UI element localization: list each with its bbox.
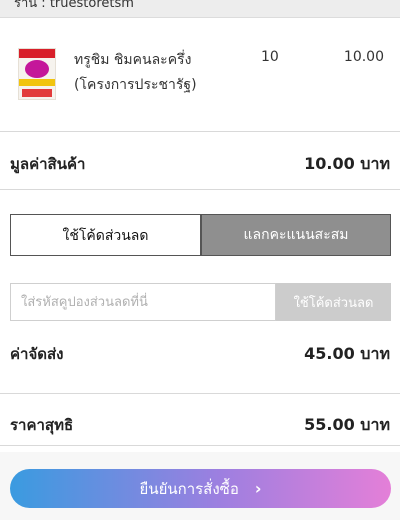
subtotal-value: 10.00 บาท [304, 154, 390, 173]
product-thumbnail[interactable] [18, 48, 56, 100]
checkout-footer: ยืนยันการสั่งซื้อ › [0, 452, 400, 520]
subtotal-label: มูลค่าสินค้า [10, 155, 86, 173]
cart-item-row: ทรูชิม ชิมคนละครึ่ง (โครงการประชารัฐ) 10… [0, 18, 400, 132]
product-price: 10.00 [343, 49, 384, 65]
subtotal-row: มูลค่าสินค้า 10.00 บาท [0, 132, 400, 190]
confirm-order-button[interactable]: ยืนยันการสั่งซื้อ › [10, 469, 391, 508]
shipping-row: ค่าจัดส่ง 45.00 บาท [0, 330, 400, 394]
store-name: ร้าน : truestoretsm [14, 0, 134, 11]
product-name: ทรูชิม ชิมคนละครึ่ง (โครงการประชารัฐ) [74, 52, 197, 93]
total-value: 55.00 บาท [304, 415, 390, 434]
tab-redeem-points[interactable]: แลกคะแนนสะสม [201, 214, 391, 256]
store-header: ร้าน : truestoretsm [0, 0, 400, 18]
shipping-value: 45.00 บาท [304, 344, 390, 363]
confirm-order-label: ยืนยันการสั่งซื้อ [139, 479, 239, 498]
apply-coupon-button[interactable]: ใช้โค้ดส่วนลด [276, 283, 391, 321]
tab-use-coupon[interactable]: ใช้โค้ดส่วนลด [10, 214, 201, 256]
shipping-label: ค่าจัดส่ง [10, 345, 64, 363]
chevron-right-icon: › [254, 479, 262, 498]
total-label: ราคาสุทธิ [10, 416, 74, 434]
discount-tabs: ใช้โค้ดส่วนลด แลกคะแนนสะสม [10, 214, 391, 256]
product-quantity: 10 [261, 49, 279, 65]
coupon-code-input[interactable] [10, 283, 276, 321]
tabs-divider [10, 255, 391, 256]
total-row: ราคาสุทธิ 55.00 บาท [0, 394, 400, 446]
